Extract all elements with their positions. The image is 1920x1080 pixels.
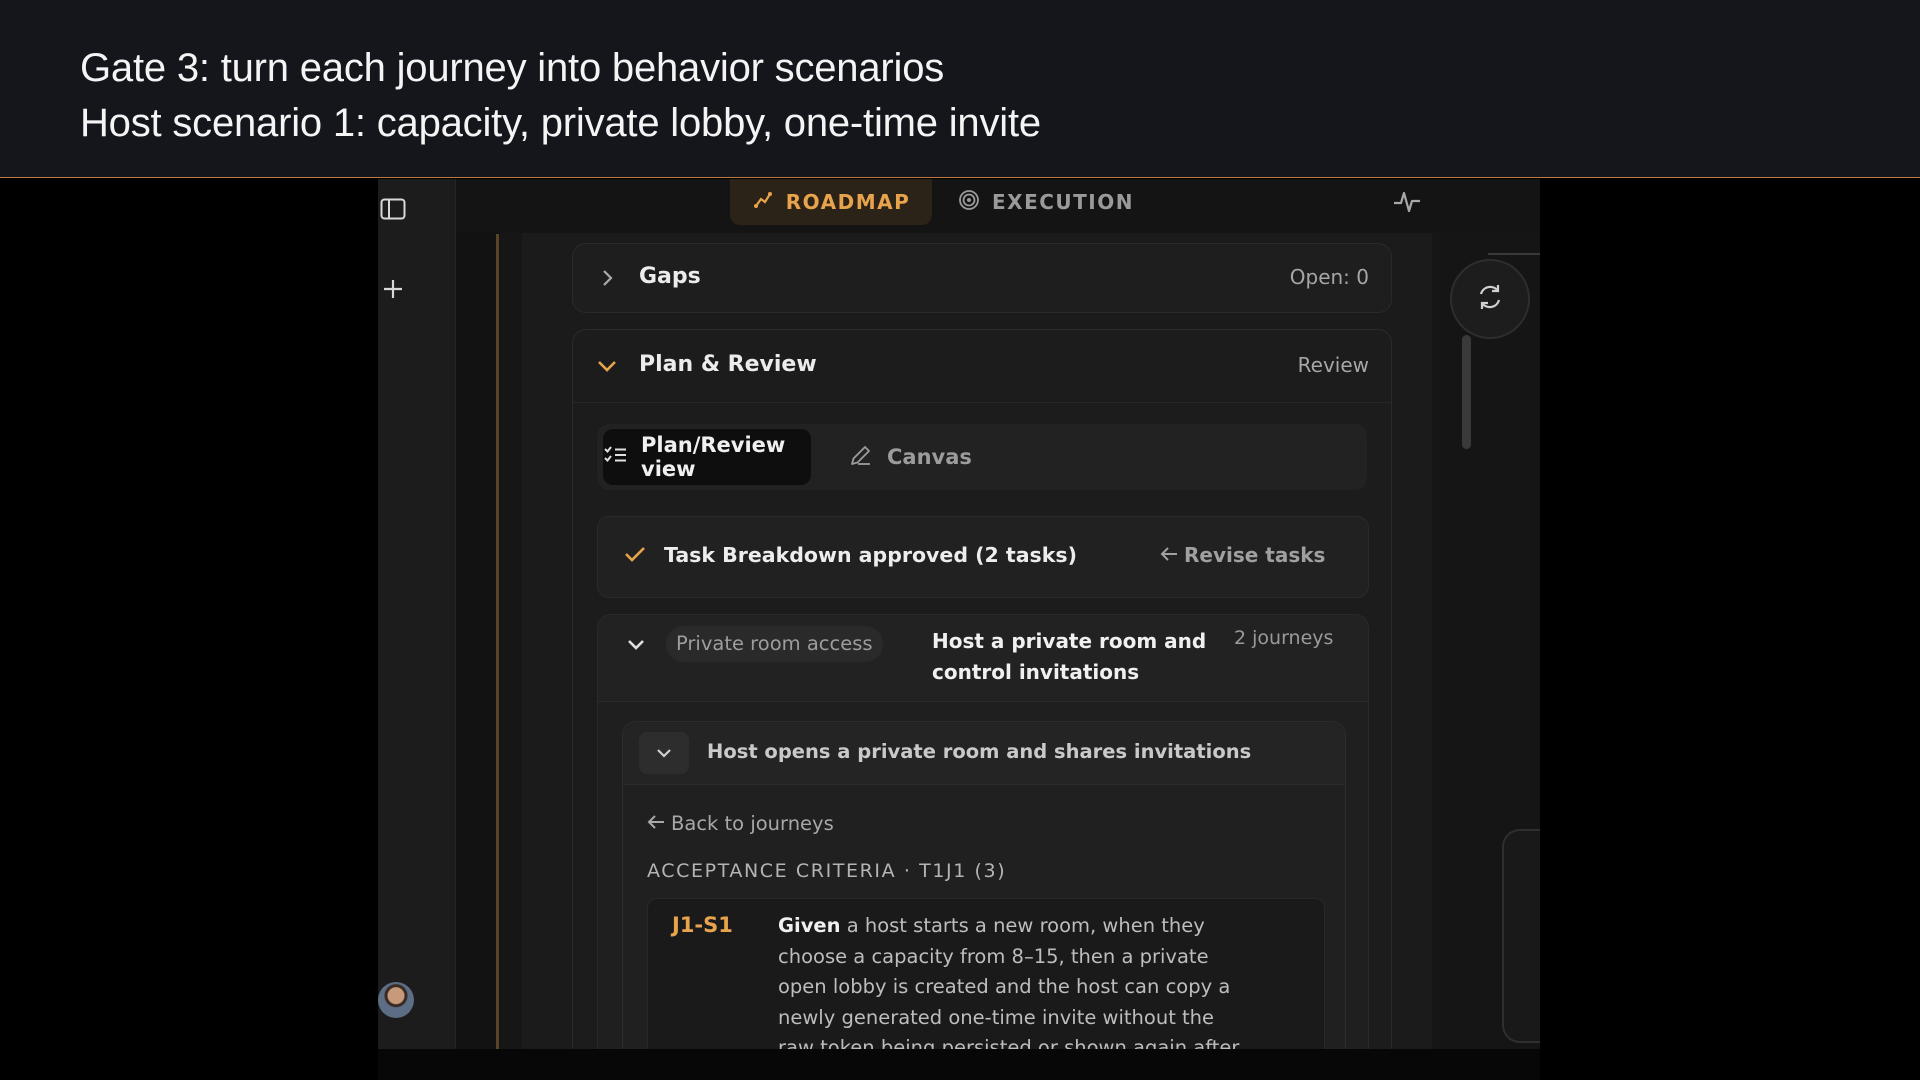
- chevron-right-icon: [595, 266, 619, 290]
- caption-line-1: Gate 3: turn each journey into behavior …: [80, 46, 945, 90]
- revise-tasks-button[interactable]: Revise tasks: [1160, 543, 1325, 567]
- journey-count: 2 journeys: [1234, 627, 1334, 649]
- chevron-down-icon: [595, 354, 619, 378]
- task-title-line-1: Host a private room and: [932, 629, 1207, 653]
- section-title: Gaps: [639, 264, 701, 289]
- button-label: Revise tasks: [1184, 543, 1326, 567]
- bottom-bar: [378, 1049, 1540, 1080]
- criterion-keyword: Given: [778, 914, 841, 937]
- avatar[interactable]: [378, 982, 414, 1018]
- button-label: Canvas: [887, 445, 972, 469]
- checklist-icon: [603, 445, 627, 470]
- sidebar-toggle-icon[interactable]: [378, 194, 408, 224]
- arrow-left-icon: [1160, 543, 1178, 567]
- task-breakdown-row: Task Breakdown approved (2 tasks) Revise…: [597, 516, 1369, 598]
- roadmap-panel: Gaps Open: 0 Plan & Review Review Plan/R…: [522, 233, 1432, 1049]
- pencil-icon: [849, 443, 873, 472]
- criterion-line: raw token being persisted or shown again…: [778, 1036, 1240, 1049]
- gaps-section[interactable]: Gaps Open: 0: [572, 243, 1392, 313]
- view-switcher: Plan/Review view Canvas: [597, 424, 1367, 490]
- caption-line-2: Host scenario 1: capacity, private lobby…: [80, 101, 1041, 145]
- journey-header[interactable]: Host opens a private room and shares inv…: [623, 722, 1345, 785]
- plan-review-header[interactable]: Plan & Review Review: [573, 330, 1391, 403]
- section-title: Plan & Review: [639, 352, 817, 377]
- back-to-journeys-link[interactable]: Back to journeys: [647, 812, 834, 835]
- tab-label: EXECUTION: [992, 190, 1134, 214]
- side-card: [1502, 829, 1540, 1043]
- journey-title: Host opens a private room and shares inv…: [707, 740, 1252, 763]
- criterion-line: newly generated one-time invite without …: [778, 1005, 1215, 1029]
- task-header[interactable]: Private room access Host a private room …: [598, 615, 1368, 702]
- link-label: Back to journeys: [671, 812, 834, 835]
- chevron-down-icon: [639, 732, 689, 774]
- task-tag: Private room access: [666, 626, 883, 662]
- arrow-left-icon: [647, 812, 665, 835]
- left-rail: [378, 179, 456, 1049]
- divider: [1488, 253, 1540, 255]
- plus-icon[interactable]: [378, 274, 408, 304]
- refresh-button[interactable]: [1450, 259, 1530, 339]
- canvas-button[interactable]: Canvas: [849, 429, 972, 485]
- criterion-id: J1-S1: [672, 913, 733, 937]
- task-title-line-2: control invitations: [932, 660, 1140, 684]
- chevron-down-icon: [624, 633, 648, 657]
- slide-caption: Gate 3: turn each journey into behavior …: [0, 0, 1920, 178]
- scrollbar[interactable]: [1462, 335, 1471, 449]
- sparkle-icon: [752, 190, 774, 215]
- secondary-pane: [456, 179, 500, 1049]
- check-icon: [624, 545, 646, 567]
- task-card: Private room access Host a private room …: [597, 614, 1369, 1049]
- tab-execution[interactable]: EXECUTION: [958, 179, 1134, 225]
- criterion-text: Given a host starts a new room, when the…: [778, 911, 1318, 1049]
- plan-review-section: Plan & Review Review Plan/Review view Ca…: [572, 329, 1392, 1049]
- activity-icon[interactable]: [1392, 187, 1422, 219]
- plan-review-status: Review: [1297, 353, 1369, 377]
- tab-label: ROADMAP: [785, 190, 911, 214]
- top-tab-bar: ROADMAP EXECUTION: [456, 179, 1540, 233]
- criterion-line: a host starts a new room, when they: [840, 914, 1205, 937]
- gaps-status: Open: 0: [1289, 265, 1369, 289]
- refresh-icon: [1475, 282, 1505, 316]
- criterion-line: choose a capacity from 8–15, then a priv…: [778, 944, 1209, 968]
- target-icon: [958, 189, 980, 216]
- plan-review-view-button[interactable]: Plan/Review view: [603, 429, 811, 485]
- criteria-header: ACCEPTANCE CRITERIA · T1J1 (3): [647, 860, 1007, 882]
- app-window: ROADMAP EXECUTION Gaps Open: 0 Plan & Re…: [378, 179, 1540, 1049]
- criterion-line: open lobby is created and the host can c…: [778, 975, 1231, 999]
- task-breakdown-label: Task Breakdown approved (2 tasks): [664, 543, 1077, 567]
- criterion-card: J1-S1 Given a host starts a new room, wh…: [647, 898, 1325, 1049]
- tab-roadmap[interactable]: ROADMAP: [730, 179, 932, 225]
- button-label: Plan/Review view: [641, 433, 786, 481]
- journey-card: Host opens a private room and shares inv…: [622, 721, 1346, 1049]
- divider: [496, 234, 499, 1049]
